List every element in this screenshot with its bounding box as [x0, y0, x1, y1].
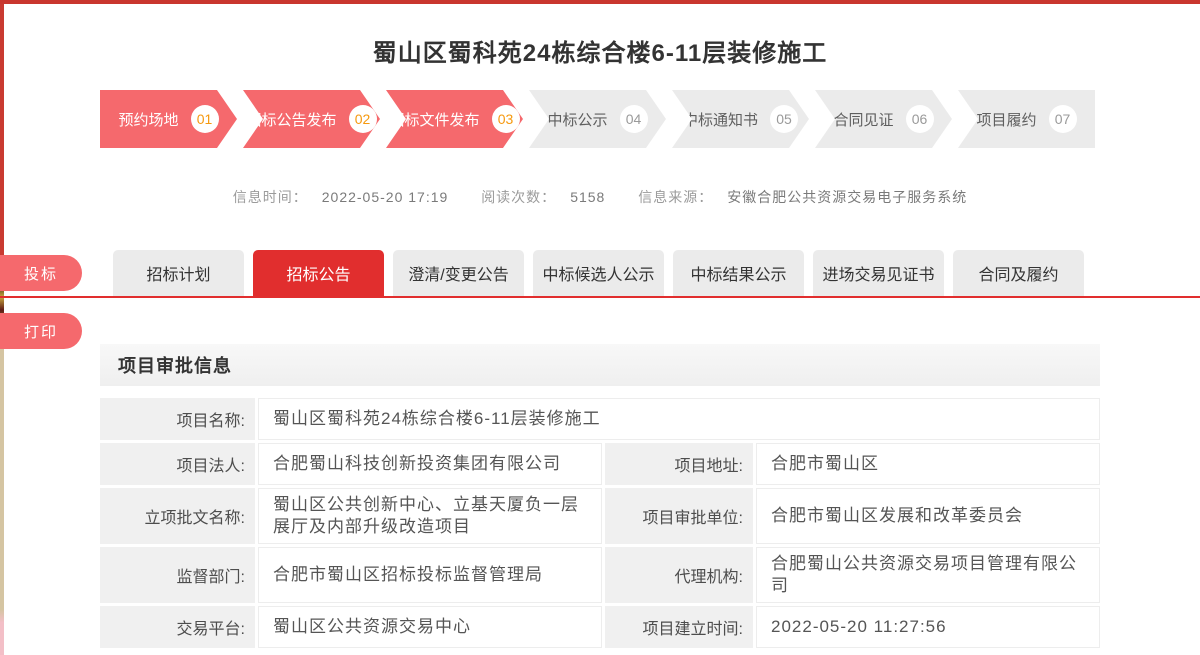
step-label: 中标通知书 [683, 109, 758, 130]
step-02: 招标公告发布 02 [243, 90, 380, 148]
field-value: 合肥蜀山科技创新投资集团有限公司 [258, 443, 602, 485]
info-source-label: 信息来源： [638, 189, 713, 205]
step-number-badge: 05 [770, 105, 798, 133]
step-number-badge: 06 [906, 105, 934, 133]
step-label: 项目履约 [976, 109, 1036, 130]
tab-bar: 招标计划招标公告澄清/变更公告中标候选人公示中标结果公示进场交易见证书合同及履约 [113, 250, 1084, 296]
step-label: 招标公告发布 [246, 109, 336, 130]
step-number-badge: 01 [191, 105, 219, 133]
field-label: 代理机构: [605, 547, 753, 603]
progress-stepper: 预约场地 01 招标公告发布 02 招标文件发布 03 中标公示 04 中标通知书 05 合同见证 0… [100, 90, 1095, 148]
info-source-value: 安徽合肥公共资源交易电子服务系统 [727, 189, 967, 205]
field-label: 交易平台: [100, 606, 255, 648]
tab-7[interactable]: 合同及履约 [953, 250, 1084, 296]
tab-3[interactable]: 澄清/变更公告 [393, 250, 524, 296]
tab-4[interactable]: 中标候选人公示 [533, 250, 664, 296]
section-title: 项目审批信息 [118, 352, 232, 378]
field-value: 蜀山区公共创新中心、立基天厦负一层展厅及内部升级改造项目 [258, 488, 602, 544]
field-label: 监督部门: [100, 547, 255, 603]
info-bar: 信息时间： 2022-05-20 17:19 阅读次数： 5158 信息来源： 安徽合… [0, 187, 1200, 207]
info-views-value: 5158 [570, 189, 605, 205]
field-value: 2022-05-20 11:27:56 [756, 606, 1100, 648]
step-number-badge: 03 [492, 105, 520, 133]
step-label: 预约场地 [118, 109, 178, 130]
page-title: 蜀山区蜀科苑24栋综合楼6-11层装修施工 [0, 33, 1200, 68]
tab-6[interactable]: 进场交易见证书 [813, 250, 944, 296]
step-06: 合同见证 06 [815, 90, 952, 148]
field-label: 项目地址: [605, 443, 753, 485]
field-value: 蜀山区公共资源交易中心 [258, 606, 602, 648]
step-label: 招标文件发布 [389, 109, 479, 130]
field-value: 合肥市蜀山区发展和改革委员会 [756, 488, 1100, 544]
table-row: 项目名称:蜀山区蜀科苑24栋综合楼6-11层装修施工 [100, 398, 1100, 440]
tab-underline [0, 296, 1200, 298]
table-row: 立项批文名称:蜀山区公共创新中心、立基天厦负一层展厅及内部升级改造项目项目审批单… [100, 488, 1100, 544]
step-03: 招标文件发布 03 [386, 90, 523, 148]
step-label: 合同见证 [833, 109, 893, 130]
project-info-table: 项目名称:蜀山区蜀科苑24栋综合楼6-11层装修施工项目法人:合肥蜀山科技创新投… [100, 398, 1100, 651]
field-label: 项目名称: [100, 398, 255, 440]
step-05: 中标通知书 05 [672, 90, 809, 148]
step-number-badge: 07 [1049, 105, 1077, 133]
print-button[interactable]: 打印 [0, 313, 82, 349]
table-row: 项目法人:合肥蜀山科技创新投资集团有限公司项目地址:合肥市蜀山区 [100, 443, 1100, 485]
step-07: 项目履约 07 [958, 90, 1095, 148]
top-red-bar [0, 0, 1200, 4]
step-04: 中标公示 04 [529, 90, 666, 148]
field-value: 合肥市蜀山区 [756, 443, 1100, 485]
info-time-label: 信息时间： [233, 189, 308, 205]
page: 蜀山区蜀科苑24栋综合楼6-11层装修施工 预约场地 01 招标公告发布 02 招标文件… [0, 0, 1200, 655]
field-value: 合肥蜀山公共资源交易项目管理有限公司 [756, 547, 1100, 603]
field-label: 项目审批单位: [605, 488, 753, 544]
step-number-badge: 02 [349, 105, 377, 133]
field-label: 项目建立时间: [605, 606, 753, 648]
field-value: 合肥市蜀山区招标投标监督管理局 [258, 547, 602, 603]
tab-5[interactable]: 中标结果公示 [673, 250, 804, 296]
info-time-value: 2022-05-20 17:19 [322, 189, 449, 205]
field-value: 蜀山区蜀科苑24栋综合楼6-11层装修施工 [258, 398, 1100, 440]
field-label: 项目法人: [100, 443, 255, 485]
tab-2[interactable]: 招标公告 [253, 250, 384, 296]
info-views-label: 阅读次数： [481, 189, 556, 205]
step-number-badge: 04 [620, 105, 648, 133]
step-01: 预约场地 01 [100, 90, 237, 148]
table-row: 交易平台:蜀山区公共资源交易中心项目建立时间:2022-05-20 11:27:… [100, 606, 1100, 648]
step-label: 中标公示 [547, 109, 607, 130]
table-row: 监督部门:合肥市蜀山区招标投标监督管理局代理机构:合肥蜀山公共资源交易项目管理有… [100, 547, 1100, 603]
bid-button[interactable]: 投标 [0, 255, 82, 291]
field-label: 立项批文名称: [100, 488, 255, 544]
section-header: 项目审批信息 [100, 344, 1100, 386]
tab-1[interactable]: 招标计划 [113, 250, 244, 296]
